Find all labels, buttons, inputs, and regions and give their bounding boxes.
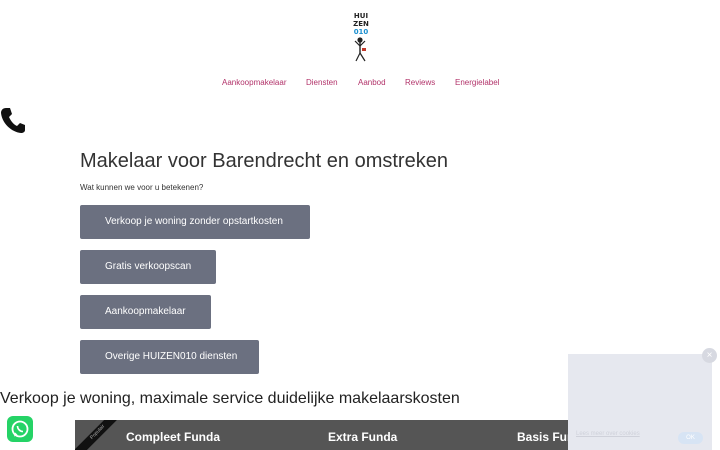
page-subtitle: Wat kunnen we voor u betekenen?: [80, 183, 204, 192]
whatsapp-icon: [11, 420, 29, 438]
nav-item-diensten[interactable]: Diensten: [306, 78, 338, 87]
nav-item-aankoopmakelaar[interactable]: Aankoopmakelaar: [222, 78, 286, 87]
buy-agent-button[interactable]: Aankoopmakelaar: [80, 295, 211, 329]
popular-ribbon: Populair: [75, 420, 126, 450]
page-title: Makelaar voor Barendrecht en omstreken: [80, 150, 448, 172]
cookie-close-icon[interactable]: ×: [702, 348, 717, 363]
sell-home-button[interactable]: Verkoop je woning zonder opstartkosten: [80, 205, 310, 239]
logo-wordmark: HUI ZEN 010: [352, 12, 370, 36]
other-services-button[interactable]: Overige HUIZEN010 diensten: [80, 340, 259, 374]
nav-item-reviews[interactable]: Reviews: [405, 78, 435, 87]
logo-line-3: 010: [353, 28, 369, 36]
nav-item-energielabel[interactable]: Energielabel: [455, 78, 499, 87]
whatsapp-button[interactable]: [7, 416, 33, 442]
main-nav: Aankoopmakelaar Diensten Aanbod Reviews …: [0, 78, 720, 92]
nav-item-aanbod[interactable]: Aanbod: [358, 78, 386, 87]
pricing-col-extra: Extra Funda: [328, 430, 398, 444]
free-scan-button[interactable]: Gratis verkoopscan: [80, 250, 216, 284]
site-logo[interactable]: HUI ZEN 010: [344, 8, 376, 64]
cookie-more-link[interactable]: Lees meer over cookies: [576, 431, 640, 437]
cookie-ok-button[interactable]: OK: [678, 432, 703, 444]
logo-line-2: ZEN: [353, 20, 369, 28]
logo-line-1: HUI: [353, 12, 369, 20]
pricing-table-header: Populair Compleet Funda Extra Funda Basi…: [75, 420, 645, 450]
pricing-col-compleet: Compleet Funda: [126, 430, 221, 444]
phone-icon[interactable]: [0, 106, 26, 134]
section-heading: Verkoop je woning, maximale service duid…: [0, 390, 460, 407]
logo-figure-icon: [354, 37, 366, 62]
